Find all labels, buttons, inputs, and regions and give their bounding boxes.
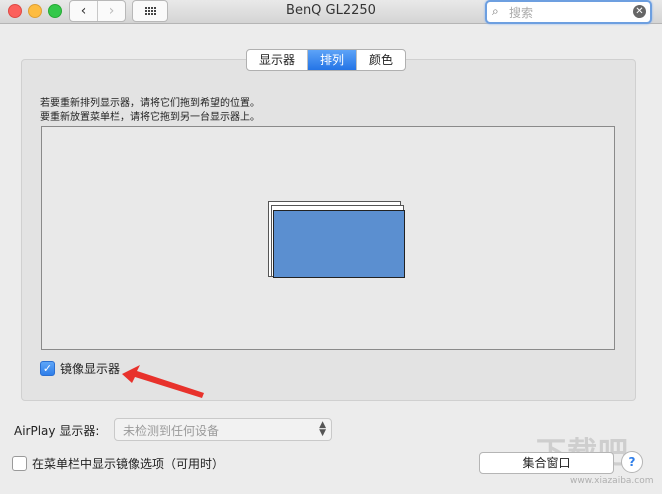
- show-mirroring-options-checkbox[interactable]: 在菜单栏中显示镜像选项（可用时）: [12, 455, 224, 472]
- watermark-url: www.xiazaiba.com: [570, 476, 654, 486]
- clear-search-icon[interactable]: ✕: [633, 5, 646, 18]
- tab-arrangement[interactable]: 排列: [307, 50, 357, 70]
- search-icon: ⌕: [492, 4, 499, 18]
- title-bar: ‹ › BenQ GL2250 ⌕ 搜索 ✕: [0, 0, 662, 24]
- search-field[interactable]: ⌕ 搜索 ✕: [485, 0, 652, 24]
- instruction-line-2: 要重新放置菜单栏，请将它拖到另一台显示器上。: [40, 112, 260, 123]
- tab-display[interactable]: 显示器: [247, 50, 307, 70]
- gather-windows-button[interactable]: 集合窗口: [479, 452, 614, 474]
- tab-bar: 显示器 排列 颜色: [246, 49, 407, 71]
- red-arrow-annotation: [122, 365, 204, 398]
- airplay-label: AirPlay 显示器:: [14, 424, 100, 438]
- instruction-line-1: 若要重新排列显示器，请将它们拖到希望的位置。: [40, 98, 260, 109]
- tab-color[interactable]: 颜色: [356, 50, 405, 70]
- mirror-displays-label: 镜像显示器: [60, 362, 121, 376]
- checkbox-checked[interactable]: ✓: [40, 361, 55, 376]
- airplay-popup-value: 未检测到任何设备: [123, 424, 220, 438]
- mirror-displays-checkbox[interactable]: ✓ 镜像显示器: [40, 360, 120, 377]
- arrow-icon: [122, 365, 204, 398]
- checkbox-unchecked[interactable]: [12, 456, 27, 471]
- airplay-popup[interactable]: 未检测到任何设备 ▲ ▼: [114, 418, 332, 441]
- search-placeholder: 搜索: [509, 6, 534, 20]
- display-thumbnail[interactable]: [273, 210, 405, 278]
- help-button[interactable]: ?: [621, 451, 643, 473]
- show-mirroring-options-label: 在菜单栏中显示镜像选项（可用时）: [32, 457, 225, 471]
- up-down-chevron-icon: ▲ ▼: [319, 420, 326, 438]
